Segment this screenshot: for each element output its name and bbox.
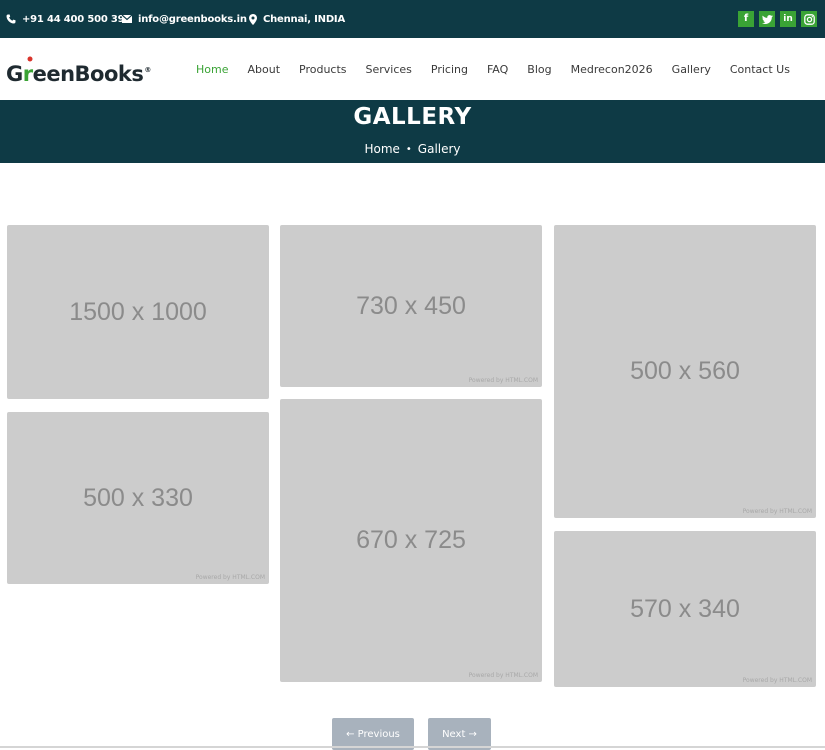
gallery-image[interactable]: 670 x 725 Powered by HTML.COM <box>280 399 542 682</box>
logo-letter-g: G <box>6 62 23 86</box>
image-credit: Powered by HTML.COM <box>742 508 812 515</box>
logo-letter-r: r <box>23 56 33 86</box>
image-dimensions: 730 x 450 <box>356 291 466 320</box>
nav-blog[interactable]: Blog <box>527 63 551 76</box>
twitter-icon[interactable] <box>759 11 775 27</box>
breadcrumb-separator: • <box>405 143 412 155</box>
image-dimensions: 1500 x 1000 <box>69 297 207 326</box>
main-navbar: G r eenBooks ® Home About Products Servi… <box>0 38 825 100</box>
breadcrumb-current: Gallery <box>417 142 461 156</box>
top-bar: +91 44 400 500 39 info@greenbooks.in Che… <box>0 0 825 38</box>
location-text: Chennai, INDIA <box>263 13 345 25</box>
image-dimensions: 500 x 330 <box>83 483 193 512</box>
nav-about[interactable]: About <box>247 63 280 76</box>
gallery-image[interactable]: 730 x 450 Powered by HTML.COM <box>280 225 542 387</box>
image-dimensions: 670 x 725 <box>356 526 466 554</box>
instagram-icon[interactable] <box>801 11 817 27</box>
phone-icon <box>6 14 16 24</box>
nav-contact-us[interactable]: Contact Us <box>730 63 790 76</box>
gallery-image[interactable]: 500 x 330 Powered by HTML.COM <box>7 412 269 584</box>
logo-text: eenBooks <box>32 62 144 86</box>
breadcrumb-home[interactable]: Home <box>364 142 399 156</box>
nav-services[interactable]: Services <box>366 63 412 76</box>
email-contact[interactable]: info@greenbooks.in <box>122 0 247 38</box>
nav-products[interactable]: Products <box>299 63 347 76</box>
image-credit: Powered by HTML.COM <box>742 677 812 684</box>
social-links: f in <box>738 11 817 27</box>
location-contact: Chennai, INDIA <box>249 0 345 38</box>
nav-pricing[interactable]: Pricing <box>431 63 468 76</box>
image-credit: Powered by HTML.COM <box>468 377 538 384</box>
nav-faq[interactable]: FAQ <box>487 63 508 76</box>
registered-mark: ® <box>144 66 151 74</box>
phone-contact[interactable]: +91 44 400 500 39 <box>6 0 125 38</box>
primary-menu: Home About Products Services Pricing FAQ… <box>196 38 790 100</box>
nav-medrecon[interactable]: Medrecon2026 <box>571 63 653 76</box>
breadcrumb: Home • Gallery <box>0 142 825 156</box>
map-pin-icon <box>249 13 257 25</box>
page-banner: GALLERY Home • Gallery <box>0 100 825 163</box>
gallery-image[interactable]: 570 x 340 Powered by HTML.COM <box>554 531 816 687</box>
image-dimensions: 500 x 560 <box>630 357 740 385</box>
email-address: info@greenbooks.in <box>138 13 247 25</box>
phone-number: +91 44 400 500 39 <box>22 13 125 25</box>
leaf-icon <box>27 56 33 62</box>
page-title: GALLERY <box>353 104 472 130</box>
nav-home[interactable]: Home <box>196 63 228 76</box>
gallery-image[interactable]: 500 x 560 Powered by HTML.COM <box>554 225 816 518</box>
image-credit: Powered by HTML.COM <box>195 574 265 581</box>
facebook-icon[interactable]: f <box>738 11 754 27</box>
greenbooks-logo[interactable]: G r eenBooks ® <box>6 52 151 86</box>
linkedin-icon[interactable]: in <box>780 11 796 27</box>
mail-icon <box>122 15 132 23</box>
image-credit: Powered by HTML.COM <box>468 672 538 679</box>
nav-gallery[interactable]: Gallery <box>672 63 711 76</box>
gallery-image[interactable]: 1500 x 1000 <box>7 225 269 399</box>
image-dimensions: 570 x 340 <box>630 594 740 623</box>
